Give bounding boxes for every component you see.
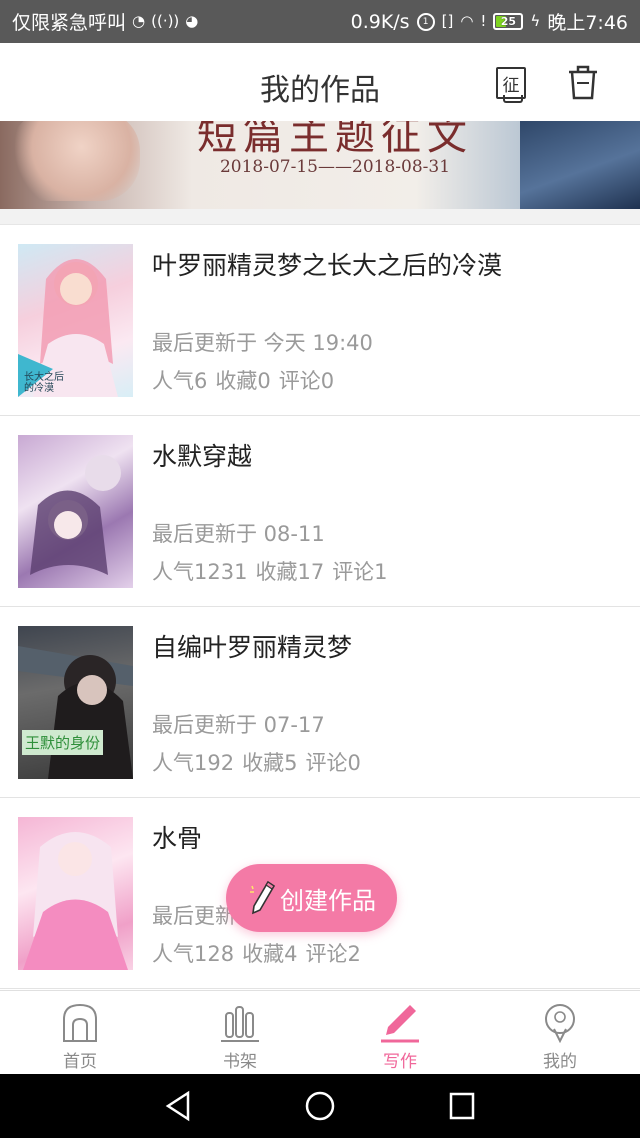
contest-banner[interactable]: 短篇主题征文 2018-07-15——2018-08-31: [0, 121, 640, 209]
work-item[interactable]: 王默的身份 自编叶罗丽精灵梦 最后更新于 07-17 人气192 收藏5 评论0: [0, 607, 640, 798]
tab-label: 我的: [543, 1052, 577, 1072]
charging-icon: ϟ: [530, 12, 541, 30]
popularity-count: 人气6: [152, 369, 208, 393]
status-bar: 仅限紧急呼叫 ◔ ((·)) ◕ 0.9K/s 1 [] ◠ ! 25 ϟ 晚上…: [0, 0, 640, 43]
section-divider: [0, 209, 640, 225]
comments-count: 评论0: [278, 369, 335, 393]
tab-profile[interactable]: 我的: [480, 991, 640, 1074]
pencil-icon: [250, 880, 276, 915]
banner-date: 2018-07-15——2018-08-31: [219, 157, 451, 177]
bookshelf-icon: [221, 1006, 259, 1042]
page-title: 我的作品: [260, 73, 380, 108]
cover-art: [23, 832, 128, 970]
create-work-button[interactable]: 创建作品: [226, 864, 397, 932]
work-cover: 长大之后的冷漠: [18, 244, 133, 397]
cover-caption: 王默的身份: [22, 730, 104, 755]
work-title: 水默穿越: [152, 442, 253, 471]
favorites-count: 收藏5: [242, 751, 298, 775]
wifi-icon: ◠: [460, 12, 474, 30]
popularity-count: 人气1231: [152, 560, 248, 584]
cover-caption: 长大之后的冷漠: [24, 372, 64, 394]
banner-title: 短篇主题征文: [197, 121, 473, 159]
vibrate-icon: []: [441, 12, 454, 30]
work-updated: 最后更新于 今天 19:40: [152, 331, 373, 355]
carrier-text: 仅限紧急呼叫: [12, 12, 127, 34]
comments-count: 评论1: [332, 560, 388, 584]
recents-icon[interactable]: [448, 1090, 476, 1122]
work-stats: 人气6 收藏0 评论0: [152, 365, 334, 395]
tab-writing[interactable]: 写作: [320, 991, 480, 1074]
sim-icon: 1: [416, 12, 435, 31]
home-circle-icon[interactable]: [304, 1090, 336, 1122]
tab-home[interactable]: 首页: [0, 991, 160, 1074]
alert-icon: !: [480, 12, 487, 30]
work-item[interactable]: 长大之后的冷漠 叶罗丽精灵梦之长大之后的冷漠 最后更新于 今天 19:40 人气…: [0, 225, 640, 416]
tab-label: 书架: [223, 1052, 257, 1072]
favorites-count: 收藏4: [242, 942, 298, 966]
comments-count: 评论2: [305, 942, 361, 966]
profile-icon: [545, 1004, 575, 1043]
comments-count: 评论0: [305, 751, 361, 775]
home-icon: [63, 1003, 97, 1042]
cover-art: [18, 646, 133, 779]
favorites-count: 收藏17: [255, 560, 325, 584]
trash-icon[interactable]: [566, 63, 600, 101]
create-work-label: 创建作品: [280, 886, 376, 915]
work-stats: 人气128 收藏4 评论2: [152, 938, 361, 968]
network-speed: 0.9K/s: [350, 10, 410, 33]
work-cover: [18, 435, 133, 588]
bottom-tab-bar: 首页 书架 写作 我的: [0, 990, 640, 1074]
browser-icon: ◔: [132, 12, 146, 30]
popularity-count: 人气192: [152, 751, 235, 775]
cover-art: [30, 455, 121, 575]
pen-icon: [381, 1005, 419, 1043]
tab-bookshelf[interactable]: 书架: [160, 991, 320, 1074]
contest-button[interactable]: 征: [496, 67, 526, 103]
work-updated: 最后更新于 08-11: [152, 522, 325, 546]
hotspot-icon: ((·)): [151, 12, 180, 30]
tab-label: 首页: [63, 1052, 97, 1072]
work-updated: 最后更新于 07-17: [152, 713, 325, 737]
work-stats: 人气1231 收藏17 评论1: [152, 556, 388, 586]
contest-label: 征: [502, 75, 520, 96]
work-cover: [18, 817, 133, 970]
favorites-count: 收藏0: [215, 369, 271, 393]
work-item[interactable]: 水默穿越 最后更新于 08-11 人气1231 收藏17 评论1: [0, 416, 640, 607]
work-stats: 人气192 收藏5 评论0: [152, 747, 361, 777]
work-title: 自编叶罗丽精灵梦: [152, 633, 353, 662]
work-title: 水骨: [152, 824, 203, 853]
tab-label: 写作: [383, 1052, 417, 1072]
back-icon[interactable]: [164, 1090, 192, 1122]
search-app-icon: ◕: [185, 12, 199, 30]
banner-figure: [520, 121, 640, 209]
system-nav-bar: [0, 1074, 640, 1138]
work-cover: 王默的身份: [18, 626, 133, 779]
battery-icon: 25: [493, 13, 524, 30]
clock: 晚上7:46: [547, 12, 628, 34]
banner-illustration: [10, 121, 140, 201]
app-header: 我的作品 征: [0, 43, 640, 121]
work-title: 叶罗丽精灵梦之长大之后的冷漠: [152, 251, 503, 280]
popularity-count: 人气128: [152, 942, 235, 966]
